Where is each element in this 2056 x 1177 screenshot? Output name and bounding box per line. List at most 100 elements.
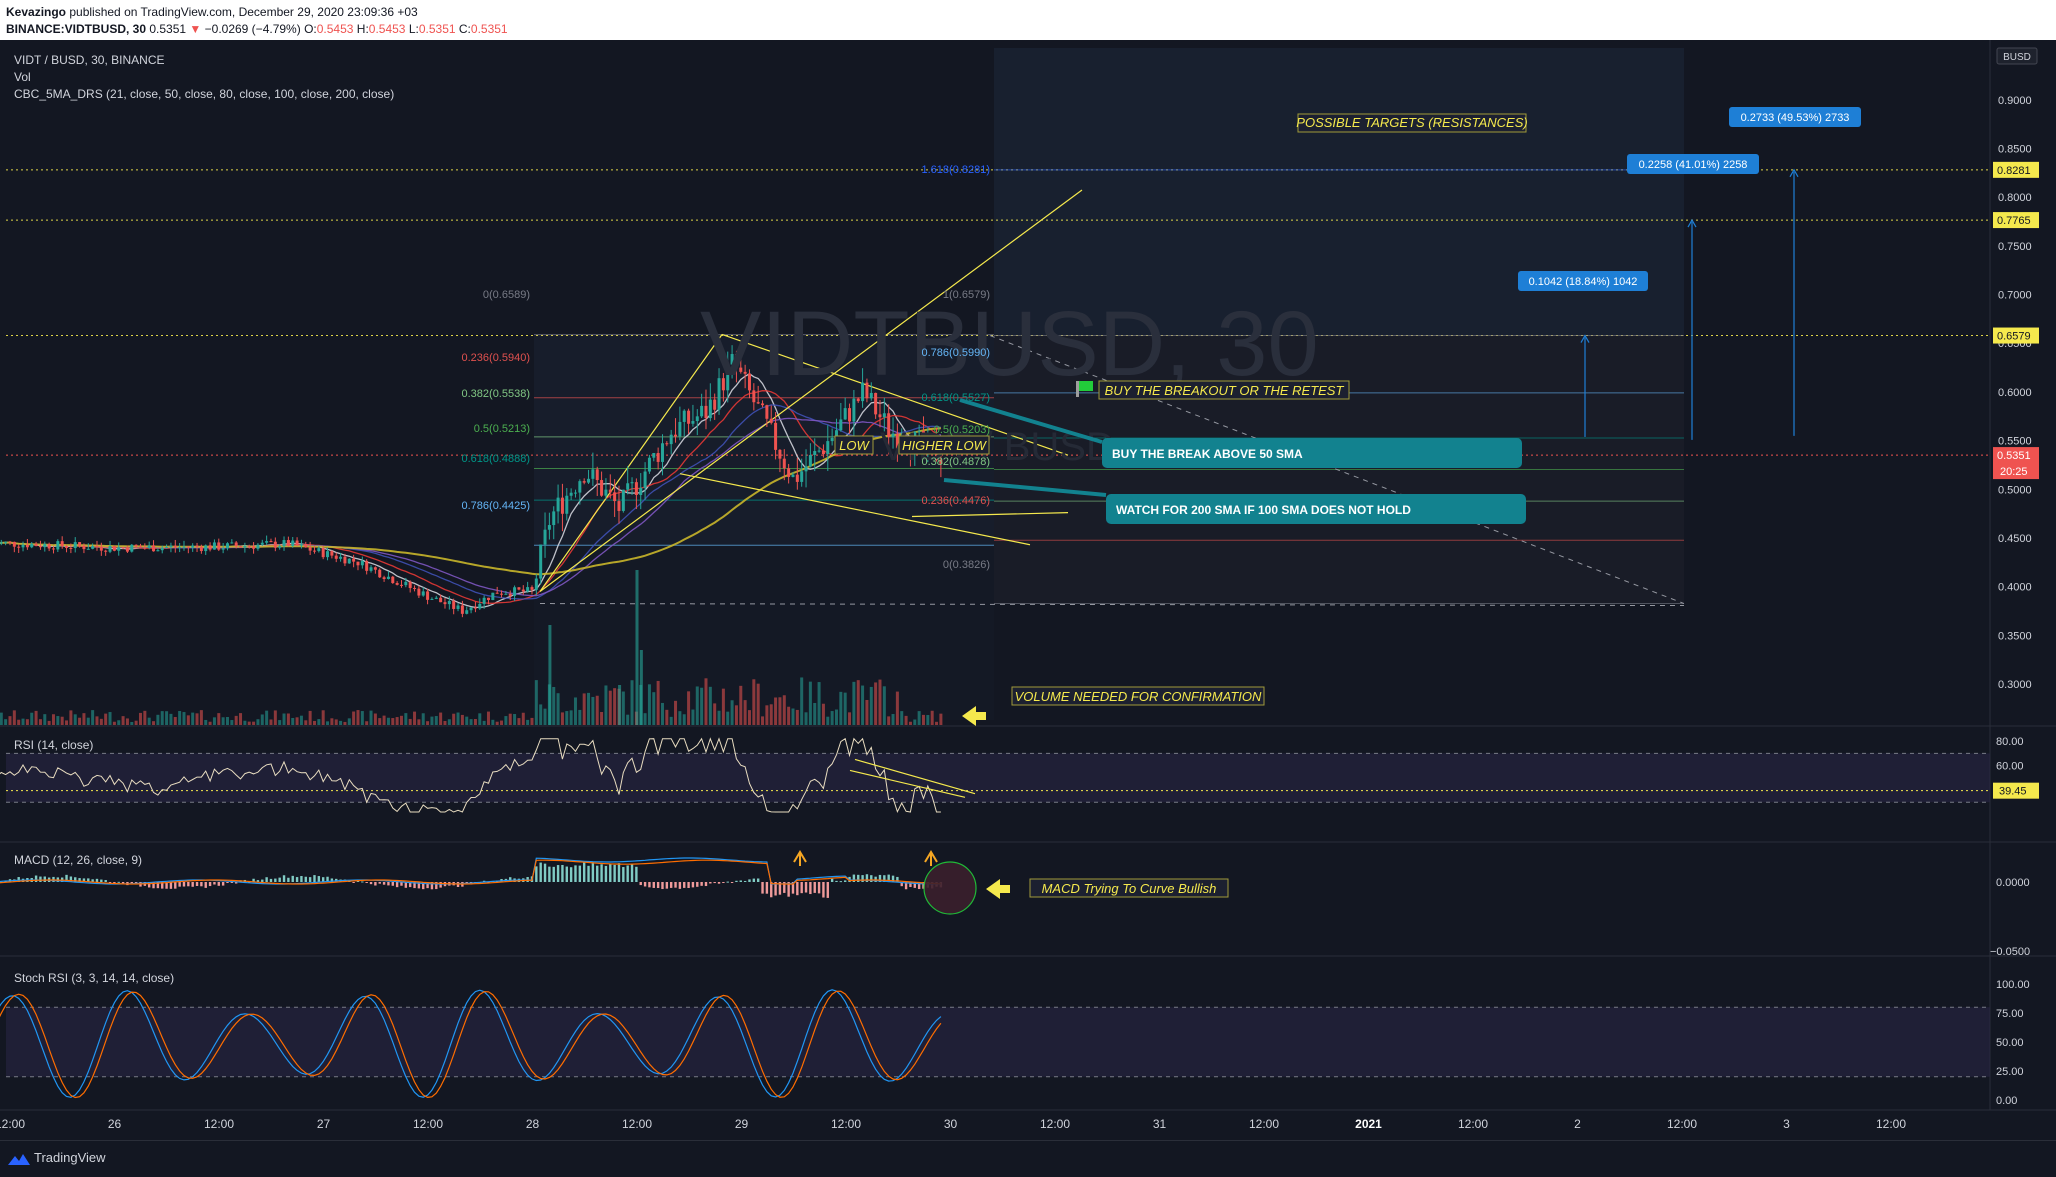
ma-legend[interactable]: CBC_5MA_DRS (21, close, 50, close, 80, c… [14, 87, 394, 101]
rsi-value-label: 39.45 [1999, 786, 2027, 798]
volume-bar [65, 720, 69, 725]
time-tick: 2 [1574, 1117, 1581, 1131]
annotation-volume[interactable]: VOLUME NEEDED FOR CONFIRMATION [962, 686, 1265, 726]
volume-bar [121, 716, 125, 725]
candle-body [630, 482, 634, 484]
macd-histogram-bar [765, 882, 769, 894]
time-tick: 12:00 [1876, 1117, 1906, 1131]
candle-body [191, 545, 195, 548]
time-tick: 30 [944, 1117, 958, 1131]
macd-histogram-bar [195, 882, 199, 886]
candle-body [47, 543, 51, 549]
candle-body [821, 450, 825, 455]
macd-histogram-bar [178, 882, 181, 887]
volume-bar [299, 715, 303, 725]
macd-histogram-bar [39, 876, 42, 882]
volume-bar [495, 721, 499, 725]
candle-body [695, 416, 699, 422]
stoch-tick: 0.00 [1996, 1095, 2017, 1107]
currency-badge[interactable]: BUSD [1996, 47, 2038, 65]
volume-bar [508, 713, 512, 725]
tradingview-logo[interactable]: TradingView [8, 1150, 106, 1166]
annotation-targets[interactable]: POSSIBLE TARGETS (RESISTANCES) [1296, 113, 1528, 133]
candle-body [582, 481, 586, 483]
candle-body [765, 405, 769, 419]
macd-histogram-bar [182, 882, 186, 887]
macd-histogram-bar [674, 882, 677, 888]
volume-bar [452, 713, 456, 725]
volume-bar [21, 718, 25, 725]
candle-body [674, 434, 678, 437]
volume-bar [252, 721, 256, 725]
target-box-3[interactable]: 0.2733 (49.53%) 2733 [1729, 107, 1861, 127]
macd-histogram-bar [761, 882, 764, 894]
volume-bar [861, 685, 865, 725]
candle-body [434, 597, 438, 599]
callout-sma50-text: BUY THE BREAK ABOVE 50 SMA [1112, 447, 1303, 461]
volume-bar [138, 712, 142, 725]
volume-bar [704, 678, 708, 725]
price-axis[interactable]: 0.90000.85000.80000.75000.70000.65000.60… [1990, 95, 2039, 1107]
annotation-breakout[interactable]: BUY THE BREAKOUT OR THE RETEST [1076, 380, 1350, 400]
volume-bar [356, 710, 360, 725]
candle-body [778, 449, 782, 459]
arrow-left-icon [986, 879, 1010, 899]
candle-body [513, 587, 517, 596]
candle-body [826, 441, 830, 455]
target-box-1[interactable]: 0.1042 (18.84%) 1042 [1518, 271, 1648, 291]
macd-histogram-bar [556, 865, 560, 882]
candle-body [247, 546, 251, 548]
chart-canvas[interactable]: 0.90000.85000.80000.75000.70000.65000.60… [0, 40, 2056, 1140]
macd-histogram-bar [635, 866, 638, 882]
chart-legend-title[interactable]: VIDT / BUSD, 30, BINANCE [14, 53, 165, 67]
volume-bar [217, 713, 221, 725]
macd-tick: −0.0500 [1990, 946, 2030, 958]
annotation-low[interactable]: LOW [834, 435, 874, 455]
macd-histogram-bar [617, 863, 621, 882]
stoch-legend[interactable]: Stoch RSI (3, 3, 14, 14, close) [14, 971, 174, 985]
candle-body [321, 548, 325, 558]
chart-area[interactable]: 0.9000 0.8500 0.8000 0.7500 0.7000 0.6500 0.60… [0, 40, 2056, 1140]
macd-histogram-bar [648, 882, 651, 888]
candle-body [469, 607, 473, 611]
candle-body [186, 546, 190, 548]
volume-bar [47, 720, 51, 725]
macd-histogram-bar [604, 865, 608, 882]
low-value: 0.5351 [418, 22, 456, 36]
volume-bar [51, 714, 55, 725]
candle-body [452, 600, 456, 609]
volume-bar [108, 712, 112, 725]
bar-countdown: 20:25 [2000, 466, 2028, 478]
candle-body [360, 560, 364, 566]
volume-bar [291, 717, 295, 725]
candle-body [243, 546, 247, 548]
volume-bar [639, 650, 643, 725]
volume-legend[interactable]: Vol [14, 70, 31, 84]
macd-histogram-bar [174, 882, 177, 889]
annotation-higher-low[interactable]: HIGHER LOW [898, 435, 990, 455]
volume-bar [695, 686, 699, 725]
volume-bar [878, 679, 882, 725]
target-box-2[interactable]: 0.2258 (41.01%) 2258 [1627, 154, 1759, 174]
time-tick: 29 [735, 1117, 749, 1131]
annotation-volume-text: VOLUME NEEDED FOR CONFIRMATION [1015, 689, 1262, 704]
volume-bar [86, 717, 90, 725]
author-name[interactable]: Kevazingo [6, 5, 66, 19]
volume-bar [426, 721, 430, 725]
fib-label: 0.786(0.5990) [922, 347, 991, 359]
volume-bar [573, 697, 577, 725]
volume-bar [813, 703, 817, 725]
candle-body [408, 581, 412, 588]
rsi-legend[interactable]: RSI (14, close) [14, 738, 93, 752]
candle-body [426, 591, 430, 600]
candle-body [882, 413, 886, 418]
macd-histogram-bar [43, 876, 46, 882]
volume-bar [717, 710, 721, 725]
volume-bar [782, 695, 786, 725]
volume-bar [4, 719, 8, 725]
macd-legend[interactable]: MACD (12, 26, close, 9) [14, 853, 142, 867]
annotation-macd[interactable]: MACD Trying To Curve Bullish [986, 878, 1229, 899]
time-axis[interactable]: 12:00 26 12:00 27 12:00 28 12:00 29 12:00 30 12:00… [0, 1117, 1906, 1131]
volume-bar [69, 710, 73, 725]
macd-histogram-bar [839, 881, 843, 883]
